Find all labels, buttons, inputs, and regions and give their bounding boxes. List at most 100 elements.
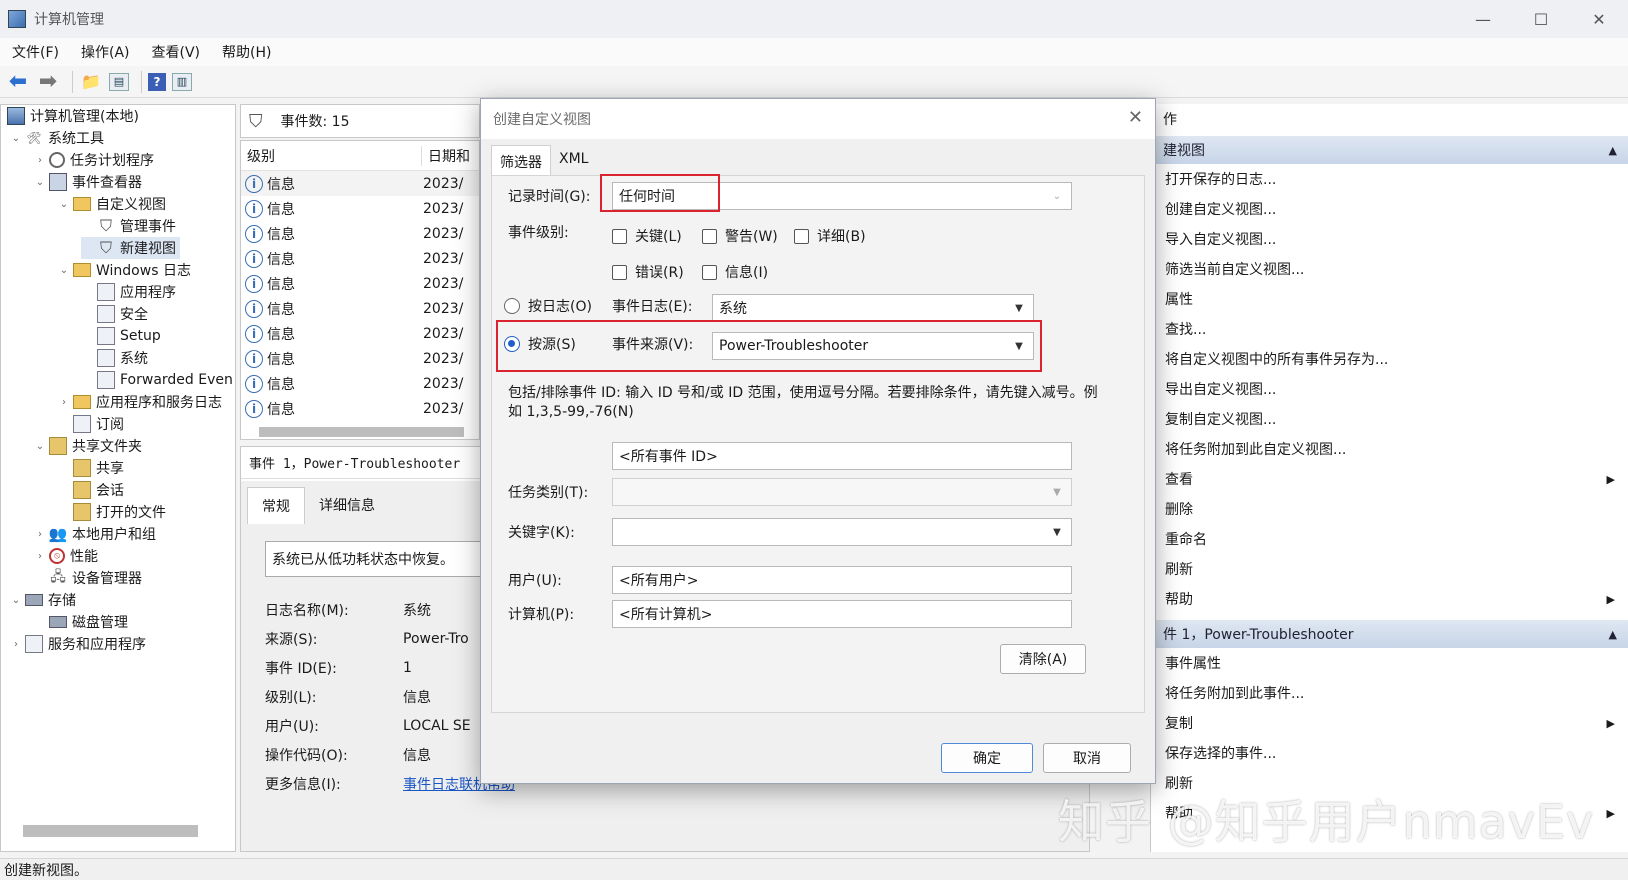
action-export-custom-view[interactable]: 导出自定义视图...: [1165, 376, 1625, 402]
collapse-chevron-icon[interactable]: ⌄: [57, 199, 71, 210]
event-source-dropdown[interactable]: Power-Troubleshooter ▼: [712, 332, 1034, 360]
clear-button[interactable]: 清除(A): [1000, 644, 1086, 674]
task-category-dropdown[interactable]: ▼: [612, 478, 1072, 506]
tree-item-event-viewer[interactable]: 事件查看器: [72, 172, 142, 192]
table-row[interactable]: i 信息 2023/: [241, 396, 479, 421]
action-refresh[interactable]: 刷新: [1165, 556, 1625, 582]
tree-item-system[interactable]: 系统: [120, 348, 148, 368]
menu-help[interactable]: 帮助(H): [222, 42, 271, 62]
checkbox-critical[interactable]: 关键(L): [612, 226, 682, 246]
tab-general[interactable]: 常规: [247, 487, 305, 524]
table-row[interactable]: i 信息 2023/: [241, 371, 479, 396]
action-copy-custom-view[interactable]: 复制自定义视图...: [1165, 406, 1625, 432]
expand-chevron-icon[interactable]: ›: [33, 529, 47, 540]
ok-button[interactable]: 确定: [941, 743, 1033, 773]
action-create-custom-view[interactable]: 创建自定义视图...: [1165, 196, 1625, 222]
tree-item-services-apps[interactable]: 服务和应用程序: [48, 634, 146, 654]
table-row[interactable]: i 信息 2023/: [241, 221, 479, 246]
action-rename[interactable]: 重命名: [1165, 526, 1625, 552]
collapse-chevron-icon[interactable]: ⌄: [57, 265, 71, 276]
tree-item-forwarded-events[interactable]: Forwarded Even: [120, 372, 233, 388]
action-view[interactable]: 查看 ▶: [1165, 466, 1625, 492]
column-level[interactable]: 级别: [241, 146, 421, 166]
table-row[interactable]: i 信息 2023/: [241, 296, 479, 321]
table-row[interactable]: i 信息 2023/: [241, 346, 479, 371]
tree-item-device-manager[interactable]: 设备管理器: [72, 568, 142, 588]
radio-by-log[interactable]: 按日志(O): [504, 296, 592, 316]
table-row[interactable]: i 信息 2023/: [241, 196, 479, 221]
menu-view[interactable]: 查看(V): [152, 42, 201, 62]
tab-filter[interactable]: 筛选器: [491, 145, 551, 178]
tree-item-security[interactable]: 安全: [120, 304, 148, 324]
minimize-button[interactable]: —: [1454, 0, 1512, 38]
tree-item-open-files[interactable]: 打开的文件: [96, 502, 166, 522]
collapse-caret-icon[interactable]: ▲: [1609, 628, 1617, 641]
checkbox-verbose[interactable]: 详细(B): [794, 226, 866, 246]
show-hide-tree-icon[interactable]: ▤: [109, 72, 129, 91]
tree-item-performance[interactable]: 性能: [70, 546, 98, 566]
tree-item-shared-folders[interactable]: 共享文件夹: [72, 436, 142, 456]
action-open-saved-log[interactable]: 打开保存的日志...: [1165, 166, 1625, 192]
action-save-selected-events[interactable]: 保存选择的事件...: [1165, 740, 1625, 766]
radio-by-source[interactable]: 按源(S): [504, 334, 576, 354]
close-icon[interactable]: ✕: [1128, 107, 1143, 128]
action-copy[interactable]: 复制 ▶: [1165, 710, 1625, 736]
action-filter-current-view[interactable]: 筛选当前自定义视图...: [1165, 256, 1625, 282]
tree-item-storage[interactable]: 存储: [48, 590, 76, 610]
maximize-button[interactable]: ☐: [1512, 0, 1570, 38]
menu-file[interactable]: 文件(F): [12, 42, 59, 62]
expand-chevron-icon[interactable]: ›: [33, 155, 47, 166]
action-event-properties[interactable]: 事件属性: [1165, 650, 1625, 676]
action-save-all-events[interactable]: 将自定义视图中的所有事件另存为...: [1165, 346, 1625, 372]
checkbox-information[interactable]: 信息(I): [702, 262, 768, 282]
keyword-dropdown[interactable]: ▼: [612, 518, 1072, 546]
close-button[interactable]: ✕: [1570, 0, 1628, 38]
tree-item-windows-logs[interactable]: Windows 日志: [96, 260, 191, 280]
collapse-chevron-icon[interactable]: ⌄: [33, 441, 47, 452]
collapse-chevron-icon[interactable]: ⌄: [33, 177, 47, 188]
user-input[interactable]: <所有用户>: [612, 566, 1072, 594]
collapse-caret-icon[interactable]: ▲: [1609, 144, 1617, 157]
tree-item-shares[interactable]: 共享: [96, 458, 124, 478]
collapse-chevron-icon[interactable]: ⌄: [9, 595, 23, 606]
table-row[interactable]: i 信息 2023/: [241, 171, 479, 196]
tab-details[interactable]: 详细信息: [305, 487, 389, 524]
tree-item-local-users-groups[interactable]: 本地用户和组: [72, 524, 156, 544]
tree-item-custom-views[interactable]: 自定义视图: [96, 194, 166, 214]
back-arrow-icon[interactable]: ⬅: [6, 69, 30, 94]
tree-item-new-view[interactable]: 新建视图: [120, 238, 176, 258]
table-row[interactable]: i 信息 2023/: [241, 246, 479, 271]
tree-item-apps-services-logs[interactable]: 应用程序和服务日志: [96, 392, 222, 412]
cancel-button[interactable]: 取消: [1043, 743, 1131, 773]
expand-chevron-icon[interactable]: ›: [9, 639, 23, 650]
collapse-chevron-icon[interactable]: ⌄: [9, 133, 23, 144]
column-date[interactable]: 日期和: [421, 145, 470, 166]
tree-item-setup[interactable]: Setup: [120, 328, 161, 344]
table-row[interactable]: i 信息 2023/: [241, 271, 479, 296]
menu-action[interactable]: 操作(A): [81, 42, 130, 62]
up-folder-icon[interactable]: 📁: [79, 71, 103, 93]
help-icon[interactable]: ?: [148, 72, 166, 91]
tree-item-application[interactable]: 应用程序: [120, 282, 176, 302]
expand-chevron-icon[interactable]: ›: [57, 397, 71, 408]
tree-item-computer-management[interactable]: 计算机管理(本地): [30, 106, 139, 126]
forward-arrow-icon[interactable]: ➡: [36, 69, 60, 94]
tree-item-disk-management[interactable]: 磁盘管理: [72, 612, 128, 632]
expand-chevron-icon[interactable]: ›: [33, 551, 47, 562]
action-import-custom-view[interactable]: 导入自定义视图...: [1165, 226, 1625, 252]
tree-item-task-scheduler[interactable]: 任务计划程序: [70, 150, 154, 170]
actions-section-event[interactable]: 件 1，Power-Troubleshooter ▲: [1151, 620, 1628, 648]
show-action-pane-icon[interactable]: ▥: [172, 72, 192, 91]
tree-item-subscriptions[interactable]: 订阅: [96, 414, 124, 434]
table-row[interactable]: i 信息 2023/: [241, 321, 479, 346]
action-delete[interactable]: 删除: [1165, 496, 1625, 522]
checkbox-error[interactable]: 错误(R): [612, 262, 684, 282]
computer-input[interactable]: <所有计算机>: [612, 600, 1072, 628]
action-attach-task-event[interactable]: 将任务附加到此事件...: [1165, 680, 1625, 706]
tree-horizontal-scrollbar[interactable]: [23, 825, 198, 837]
actions-section-view[interactable]: 建视图 ▲: [1151, 136, 1628, 164]
event-id-input[interactable]: <所有事件 ID>: [612, 442, 1072, 470]
action-properties[interactable]: 属性: [1165, 286, 1625, 312]
tree-item-system-tools[interactable]: 系统工具: [48, 128, 104, 148]
tab-xml[interactable]: XML: [551, 145, 596, 178]
